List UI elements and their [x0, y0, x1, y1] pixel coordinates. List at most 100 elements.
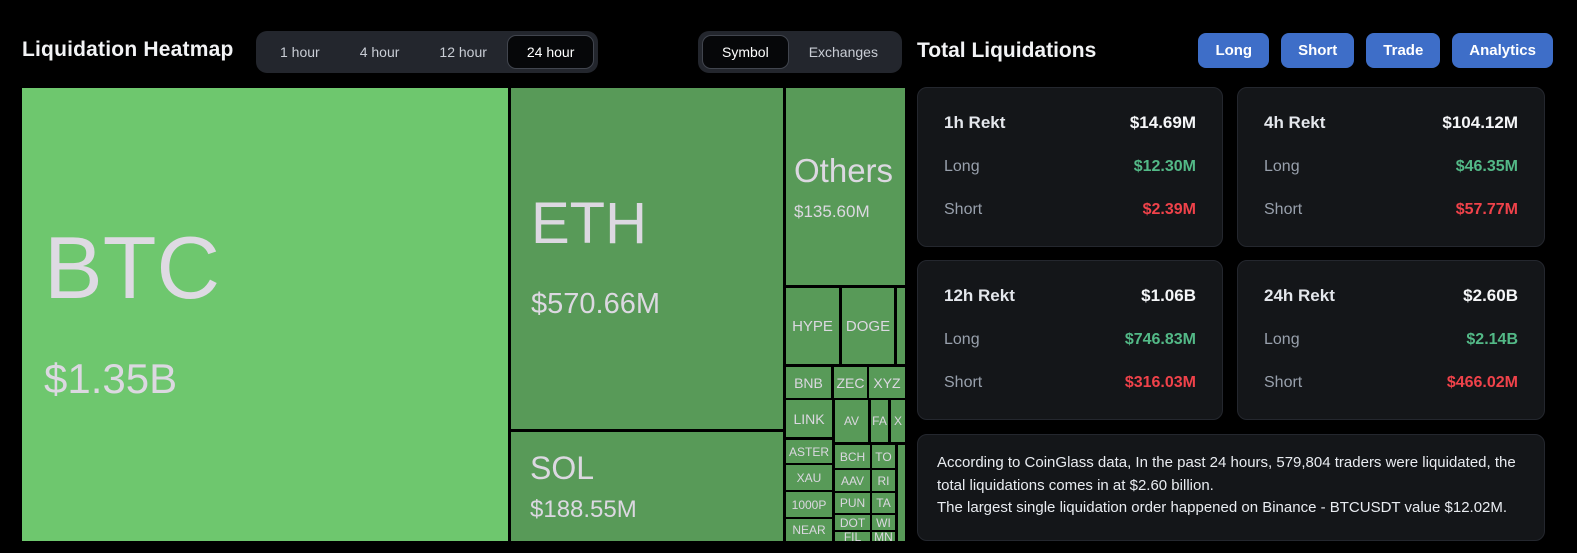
card-title: 12h Rekt: [944, 286, 1015, 305]
card-total: $14.69M: [1129, 113, 1196, 132]
short-value: $316.03M: [1124, 374, 1196, 391]
treemap-cell-fil[interactable]: FIL: [835, 532, 870, 541]
cell-symbol: 1000P: [791, 497, 827, 512]
short-value: $2.39M: [1142, 201, 1196, 218]
cell-symbol: LINK: [793, 410, 825, 427]
tab-4-hour[interactable]: 4 hour: [340, 35, 420, 69]
cell-symbol: AV: [843, 414, 860, 428]
cell-value: $135.60M: [794, 201, 870, 221]
cell-symbol: RI: [877, 473, 890, 488]
cell-symbol: PUN: [839, 496, 866, 510]
card-title: 1h Rekt: [944, 113, 1006, 132]
cell-symbol: HYPE: [792, 317, 833, 335]
toggle-symbol[interactable]: Symbol: [702, 35, 789, 69]
cell-symbol: SOL: [530, 449, 595, 486]
treemap-cell-x[interactable]: X: [891, 400, 905, 442]
cell-symbol: DOT: [839, 515, 866, 530]
trade-button[interactable]: Trade: [1366, 33, 1441, 68]
long-label: Long: [944, 331, 980, 348]
short-label: Short: [1264, 201, 1303, 218]
long-value: $46.35M: [1455, 158, 1518, 175]
treemap-cell-sliver[interactable]: [898, 445, 905, 541]
tab-12-hour[interactable]: 12 hour: [419, 35, 506, 69]
rekt-card-24h: 24h Rekt $2.60B Long $2.14B Short $466.0…: [1237, 260, 1545, 420]
action-buttons: Long Short Trade Analytics: [1198, 33, 1553, 68]
treemap-cell-sliver[interactable]: [897, 288, 905, 364]
cell-symbol: TO: [875, 449, 892, 464]
treemap-cell-hype[interactable]: HYPE: [786, 288, 839, 364]
treemap-cell-bnb[interactable]: BNB: [786, 367, 831, 398]
treemap-cell-eth[interactable]: ETH $570.66M: [511, 88, 783, 429]
summary-line-1: According to CoinGlass data, In the past…: [937, 454, 1516, 494]
cell-value: $570.66M: [531, 287, 660, 320]
long-label: Long: [1264, 158, 1300, 175]
treemap-cell-near[interactable]: NEAR: [786, 519, 832, 541]
card-total: $2.60B: [1463, 286, 1518, 305]
short-button[interactable]: Short: [1281, 33, 1355, 68]
cell-symbol: ASTER: [788, 444, 829, 459]
short-label: Short: [944, 374, 983, 391]
cell-symbol: BTC: [44, 217, 220, 317]
short-label: Short: [1264, 374, 1303, 391]
long-label: Long: [944, 158, 980, 175]
cell-symbol: XAU: [796, 470, 822, 485]
cell-symbol: FA: [872, 414, 887, 428]
card-total: $104.12M: [1442, 113, 1518, 132]
cell-symbol: TA: [876, 496, 891, 510]
treemap-cell-doge[interactable]: DOGE: [842, 288, 894, 364]
short-value: $57.77M: [1455, 201, 1518, 218]
rekt-card-12h: 12h Rekt $1.06B Long $746.83M Short $316…: [917, 260, 1223, 420]
cell-symbol: WI: [876, 515, 891, 530]
cell-value: $1.35B: [44, 355, 178, 403]
treemap-cell-xau[interactable]: XAU: [786, 465, 832, 490]
treemap-cell-others[interactable]: Others $135.60M: [786, 88, 905, 285]
treemap-cell-btc[interactable]: BTC $1.35B: [22, 88, 508, 541]
short-label: Short: [944, 201, 983, 218]
cell-symbol: FIL: [843, 532, 862, 541]
treemap-cell-aster[interactable]: ASTER: [786, 440, 832, 463]
long-value: $12.30M: [1133, 158, 1196, 175]
treemap-cell-dot[interactable]: DOT: [835, 515, 870, 530]
card-title: 4h Rekt: [1264, 113, 1326, 132]
total-liquidations-title: Total Liquidations: [917, 39, 1097, 62]
cell-symbol: NEAR: [792, 523, 826, 537]
treemap-cell-link[interactable]: LINK: [786, 400, 832, 437]
treemap-cell-wi[interactable]: WI: [872, 515, 895, 530]
treemap-cell-aav[interactable]: AAV: [835, 470, 870, 491]
rekt-card-4h: 4h Rekt $104.12M Long $46.35M Short $57.…: [1237, 87, 1545, 247]
treemap-cell-to[interactable]: TO: [872, 445, 895, 468]
treemap-cell-ta[interactable]: TA: [872, 493, 895, 513]
treemap-cell-ri[interactable]: RI: [872, 470, 895, 491]
stats-cards: 1h Rekt $14.69M Long $12.30M Short $2.39…: [917, 87, 1545, 420]
long-button[interactable]: Long: [1198, 33, 1270, 68]
cell-symbol: BNB: [794, 374, 823, 391]
treemap-cell-xyz[interactable]: XYZ: [869, 367, 905, 398]
card-title: 24h Rekt: [1264, 286, 1335, 305]
card-total: $1.06B: [1141, 286, 1196, 305]
treemap-cell-1000p[interactable]: 1000P: [786, 492, 832, 517]
treemap-cell-pun[interactable]: PUN: [835, 493, 870, 513]
tab-24-hour[interactable]: 24 hour: [506, 35, 595, 69]
view-toggle: Symbol Exchanges: [698, 31, 902, 73]
cell-symbol: XYZ: [873, 374, 901, 391]
treemap-cell-sol[interactable]: SOL $188.55M: [511, 432, 783, 541]
cell-symbol: ETH: [531, 191, 647, 257]
treemap-cell-fa[interactable]: FA: [871, 400, 888, 442]
summary-line-2: The largest single liquidation order hap…: [937, 499, 1508, 516]
rekt-card-1h: 1h Rekt $14.69M Long $12.30M Short $2.39…: [917, 87, 1223, 247]
summary-card: According to CoinGlass data, In the past…: [917, 434, 1545, 541]
cell-symbol: DOGE: [845, 317, 891, 335]
long-label: Long: [1264, 331, 1300, 348]
tab-1-hour[interactable]: 1 hour: [260, 35, 340, 69]
page-title: Liquidation Heatmap: [22, 38, 234, 61]
treemap-cell-av[interactable]: AV: [835, 400, 868, 442]
treemap-cell-zec[interactable]: ZEC: [834, 367, 867, 398]
cell-value: $188.55M: [530, 495, 637, 523]
treemap-cell-mn[interactable]: MN: [872, 532, 895, 541]
short-value: $466.02M: [1446, 374, 1518, 391]
cell-symbol: X: [893, 414, 902, 428]
cell-symbol: MN: [874, 532, 893, 541]
analytics-button[interactable]: Analytics: [1452, 33, 1553, 68]
toggle-exchanges[interactable]: Exchanges: [789, 35, 898, 69]
treemap-cell-bch[interactable]: BCH: [835, 445, 870, 468]
